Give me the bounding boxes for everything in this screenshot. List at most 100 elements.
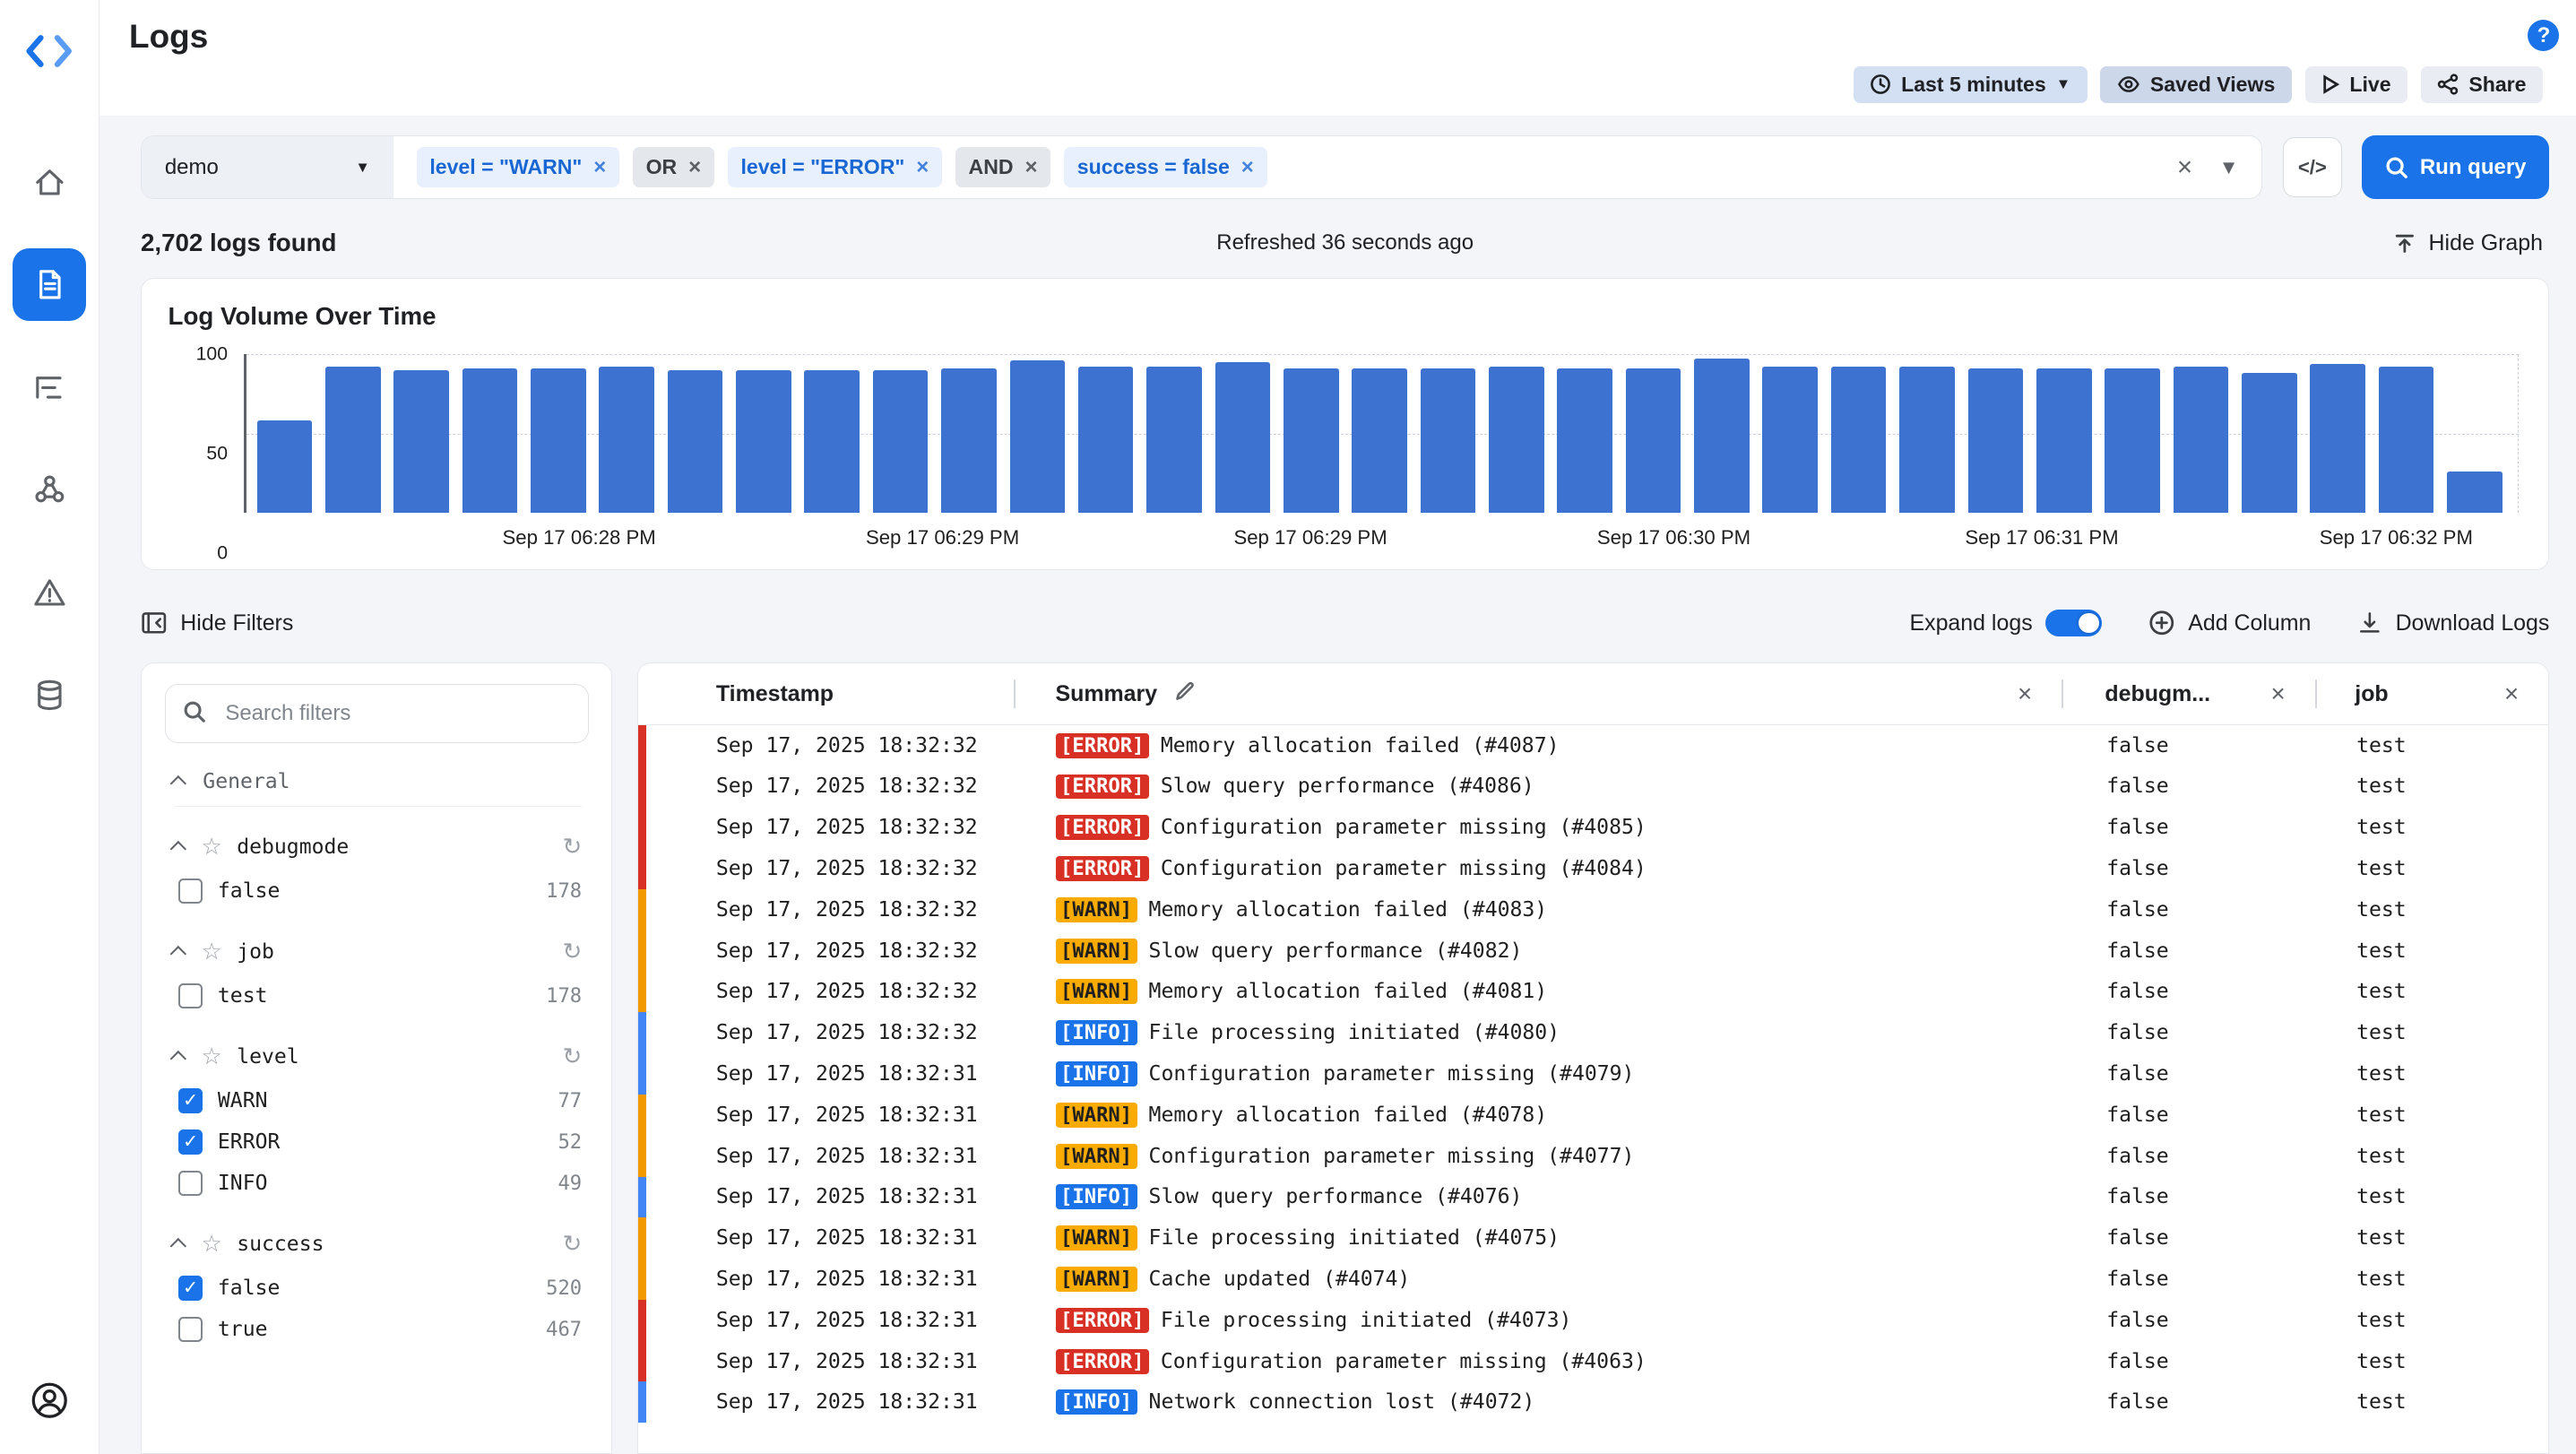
log-timestamp: Sep 17, 2025 18:32:32 [646, 734, 1014, 757]
query-chip[interactable]: level = "WARN"× [417, 147, 620, 186]
sidebar-item-services[interactable] [13, 454, 85, 526]
code-icon: </> [2298, 156, 2327, 179]
star-icon[interactable]: ☆ [201, 939, 221, 965]
log-debugmode: false [2063, 898, 2317, 922]
checkbox[interactable]: ✓ [178, 1088, 203, 1113]
checkbox[interactable]: ✓ [178, 1276, 203, 1301]
expand-query-chevron-icon[interactable]: ▼ [2219, 156, 2239, 179]
chip-remove-icon[interactable]: × [916, 155, 929, 180]
checkbox[interactable]: ✓ [178, 1129, 203, 1155]
log-row[interactable]: Sep 17, 2025 18:32:32[ERROR]Memory alloc… [638, 725, 2548, 766]
facet-value-label: test [218, 984, 268, 1008]
column-header-job[interactable]: job × [2317, 679, 2549, 708]
share-button[interactable]: Share [2421, 66, 2543, 103]
log-row[interactable]: Sep 17, 2025 18:32:31[WARN]Cache updated… [638, 1259, 2548, 1300]
volume-bar [736, 370, 791, 514]
chip-remove-icon[interactable]: × [1241, 155, 1254, 180]
remove-column-icon[interactable]: × [2504, 679, 2519, 708]
checkbox[interactable] [178, 983, 203, 1008]
chip-remove-icon[interactable]: × [688, 155, 701, 180]
facet-value-row[interactable]: ✓ERROR52 [175, 1121, 582, 1163]
log-row[interactable]: Sep 17, 2025 18:32:31[WARN]Configuration… [638, 1136, 2548, 1177]
log-row[interactable]: Sep 17, 2025 18:32:32[WARN]Memory alloca… [638, 972, 2548, 1013]
query-chip[interactable]: AND× [955, 147, 1050, 186]
add-column-button[interactable]: Add Column [2148, 610, 2311, 636]
star-icon[interactable]: ☆ [201, 834, 221, 861]
remove-column-icon[interactable]: × [2018, 679, 2032, 708]
download-logs-button[interactable]: Download Logs [2357, 610, 2549, 636]
facet-value-row[interactable]: INFO49 [175, 1163, 582, 1204]
level-stripe [638, 1136, 646, 1177]
query-chip[interactable]: success = false× [1064, 147, 1266, 186]
star-icon[interactable]: ☆ [201, 1043, 221, 1070]
refresh-icon[interactable]: ↻ [563, 834, 583, 861]
remove-column-icon[interactable]: × [2271, 679, 2286, 708]
refresh-icon[interactable]: ↻ [563, 1231, 583, 1258]
column-header-debugmode[interactable]: debugm... × [2063, 679, 2315, 708]
log-row[interactable]: Sep 17, 2025 18:32:32[ERROR]Configuratio… [638, 807, 2548, 848]
collapse-chevron-icon[interactable] [170, 1051, 186, 1067]
log-row[interactable]: Sep 17, 2025 18:32:31[ERROR]Configuratio… [638, 1341, 2548, 1382]
volume-bar [1352, 368, 1407, 513]
sidebar-item-traces[interactable] [13, 351, 85, 424]
log-row[interactable]: Sep 17, 2025 18:32:31[WARN]Memory alloca… [638, 1095, 2548, 1136]
collapse-chevron-icon[interactable] [170, 841, 186, 857]
column-header-summary[interactable]: Summary × [1016, 679, 2062, 708]
app-logo-icon[interactable] [0, 0, 99, 103]
sidebar-item-home[interactable] [13, 146, 85, 219]
chip-remove-icon[interactable]: × [593, 155, 606, 180]
expand-logs-toggle[interactable] [2045, 610, 2102, 636]
column-header-timestamp[interactable]: Timestamp [638, 681, 1014, 707]
level-stripe [638, 1177, 646, 1218]
log-row[interactable]: Sep 17, 2025 18:32:31[ERROR]File process… [638, 1300, 2548, 1341]
refresh-icon[interactable]: ↻ [563, 939, 583, 965]
code-mode-button[interactable]: </> [2283, 137, 2342, 196]
log-row[interactable]: Sep 17, 2025 18:32:32[WARN]Slow query pe… [638, 930, 2548, 972]
checkbox[interactable] [178, 1171, 203, 1196]
log-row[interactable]: Sep 17, 2025 18:32:31[INFO]Slow query pe… [638, 1177, 2548, 1218]
checkbox[interactable] [178, 1317, 203, 1342]
log-row[interactable]: Sep 17, 2025 18:32:32[WARN]Memory alloca… [638, 889, 2548, 930]
facet-value-row[interactable]: ✓WARN77 [175, 1080, 582, 1121]
filter-group-general[interactable]: General [175, 770, 582, 808]
sidebar-item-alerts[interactable] [13, 557, 85, 629]
log-row[interactable]: Sep 17, 2025 18:32:31[INFO]Configuration… [638, 1053, 2548, 1095]
gridline-right [2518, 354, 2519, 513]
run-query-button[interactable]: Run query [2362, 135, 2549, 198]
facet-value-row[interactable]: true467 [175, 1309, 582, 1350]
search-filters-input[interactable] [165, 684, 589, 743]
time-range-button[interactable]: Last 5 minutes ▼ [1854, 66, 2088, 103]
collapse-chevron-icon [170, 775, 186, 792]
log-row[interactable]: Sep 17, 2025 18:32:32[ERROR]Configuratio… [638, 848, 2548, 889]
account-button[interactable] [13, 1364, 85, 1437]
live-button[interactable]: Live [2305, 66, 2408, 103]
share-icon [2437, 74, 2459, 95]
facet-value-row[interactable]: false178 [175, 870, 582, 912]
help-button[interactable]: ? [2528, 20, 2559, 51]
clear-query-icon[interactable]: × [2177, 152, 2192, 183]
sidebar-item-logs[interactable] [13, 248, 85, 321]
edit-column-icon[interactable] [1174, 680, 1196, 708]
clock-icon [1870, 74, 1891, 95]
hide-graph-button[interactable]: Hide Graph [2392, 230, 2543, 256]
log-row[interactable]: Sep 17, 2025 18:32:32[ERROR]Slow query p… [638, 766, 2548, 808]
collapse-chevron-icon[interactable] [170, 946, 186, 962]
star-icon[interactable]: ☆ [201, 1231, 221, 1258]
level-badge: [ERROR] [1056, 775, 1149, 800]
datasource-select[interactable]: demo ▼ [142, 136, 393, 197]
chip-remove-icon[interactable]: × [1024, 155, 1037, 180]
checkbox[interactable] [178, 878, 203, 904]
log-row[interactable]: Sep 17, 2025 18:32:31[WARN]File processi… [638, 1217, 2548, 1259]
query-chip[interactable]: OR× [633, 147, 714, 186]
query-chip[interactable]: level = "ERROR"× [728, 147, 942, 186]
log-row[interactable]: Sep 17, 2025 18:32:31[INFO]Network conne… [638, 1381, 2548, 1423]
hide-filters-button[interactable]: Hide Filters [141, 610, 293, 636]
facet-value-row[interactable]: test178 [175, 975, 582, 1017]
log-row[interactable]: Sep 17, 2025 18:32:32[INFO]File processi… [638, 1012, 2548, 1053]
saved-views-button[interactable]: Saved Views [2100, 66, 2291, 103]
facet-value-row[interactable]: ✓false520 [175, 1268, 582, 1309]
refresh-icon[interactable]: ↻ [563, 1043, 583, 1070]
sidebar-item-datasources[interactable] [13, 659, 85, 731]
collapse-chevron-icon[interactable] [170, 1238, 186, 1254]
table-header: Timestamp Summary × debugm... × [638, 663, 2548, 724]
